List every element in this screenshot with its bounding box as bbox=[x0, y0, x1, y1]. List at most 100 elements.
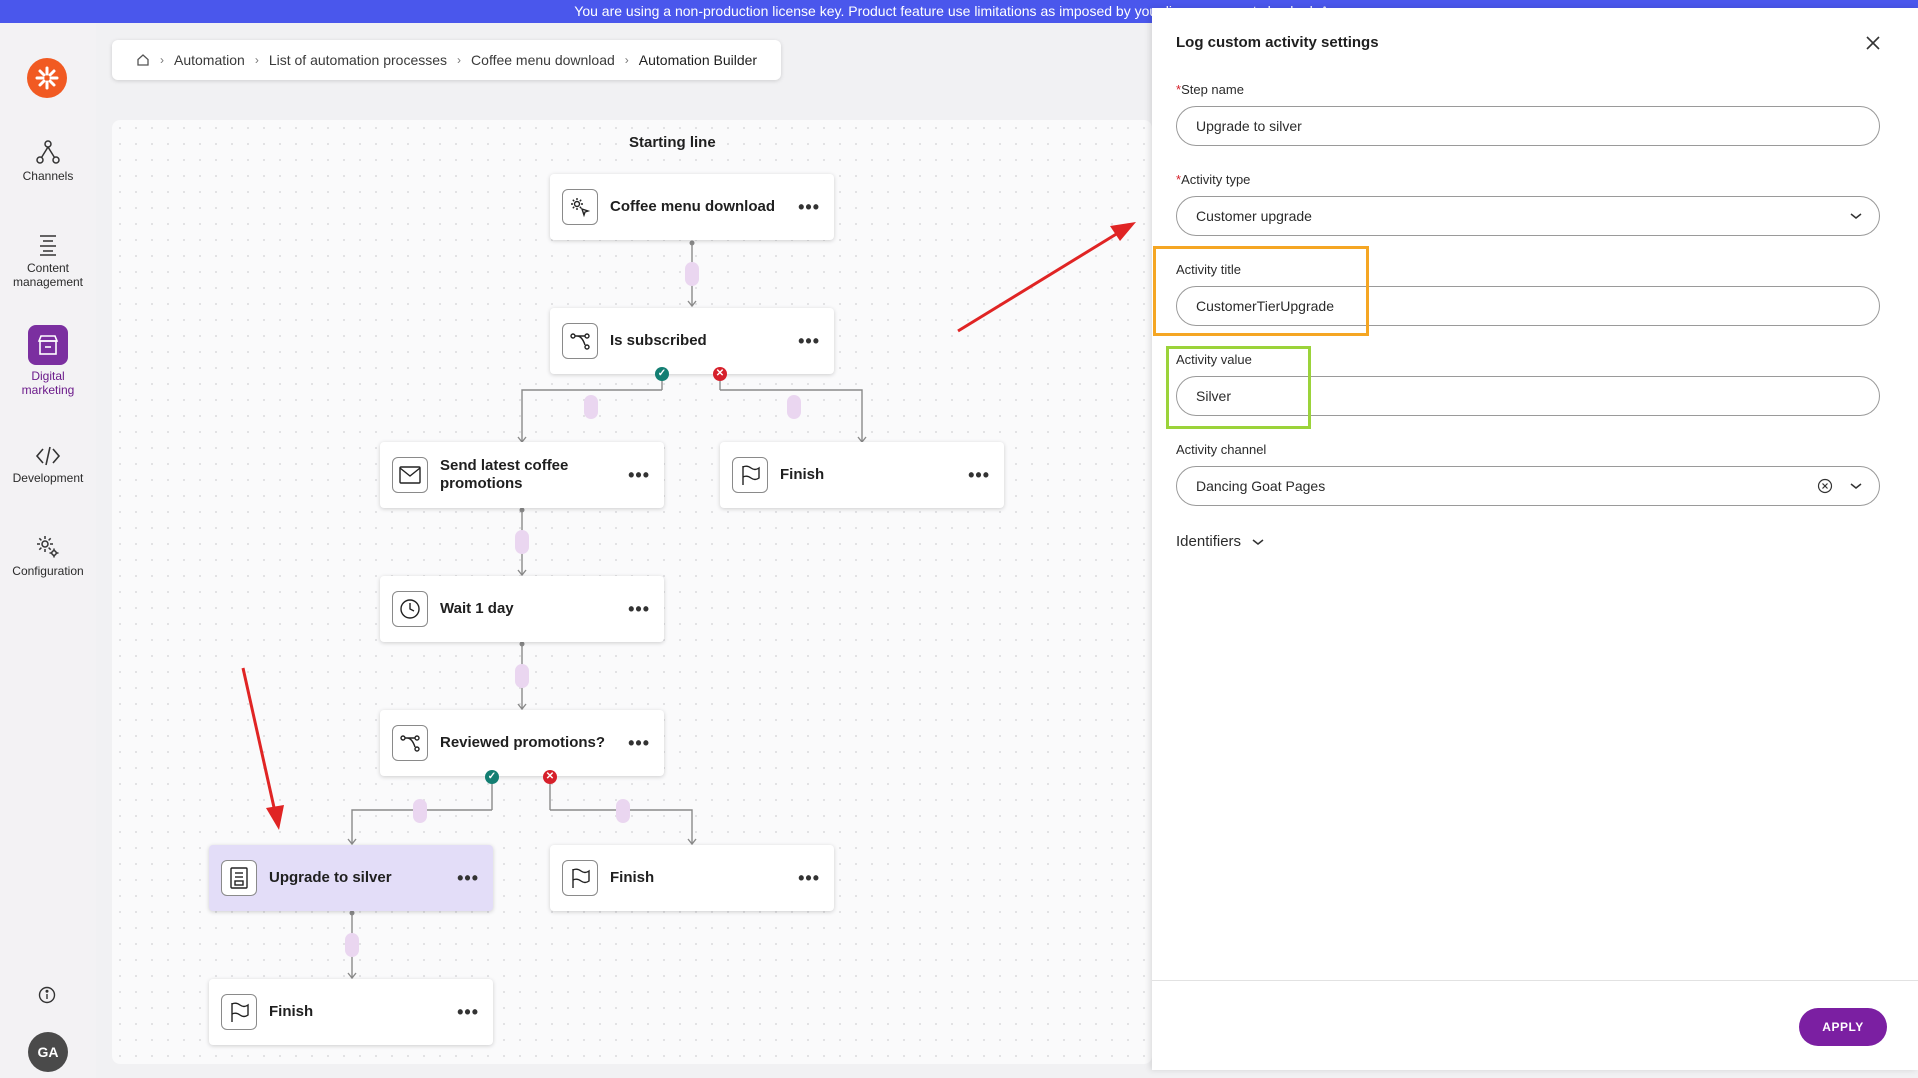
branch-no-icon: ✕ bbox=[713, 367, 727, 381]
step-name-value: Upgrade to silver bbox=[1196, 118, 1302, 134]
node-send-email[interactable]: Send latest coffee promotions ••• bbox=[380, 442, 664, 508]
node-label: Finish bbox=[269, 1003, 314, 1020]
chevron-right-icon: › bbox=[457, 53, 462, 67]
more-icon[interactable]: ••• bbox=[628, 734, 650, 752]
node-trigger[interactable]: Coffee menu download ••• bbox=[550, 174, 834, 240]
chevron-down-icon bbox=[1849, 209, 1863, 226]
close-icon[interactable] bbox=[1864, 34, 1882, 52]
left-rail: Channels Content management Digital mark… bbox=[0, 23, 96, 1078]
breadcrumb: › Automation › List of automation proces… bbox=[112, 40, 782, 80]
nav-channels[interactable]: Channels bbox=[0, 131, 96, 183]
flag-icon bbox=[732, 457, 768, 493]
node-label: Finish bbox=[780, 466, 825, 483]
clear-icon[interactable] bbox=[1817, 478, 1833, 497]
more-icon[interactable]: ••• bbox=[628, 466, 650, 484]
node-label: Finish bbox=[610, 869, 655, 886]
node-label: Is subscribed bbox=[610, 332, 707, 349]
branch-yes-icon: ✓ bbox=[485, 770, 499, 784]
activity-type-select[interactable]: Customer upgrade bbox=[1176, 196, 1880, 236]
node-finish[interactable]: Finish ••• bbox=[550, 845, 834, 911]
nav-channels-label: Channels bbox=[22, 169, 74, 183]
home-icon[interactable] bbox=[136, 53, 150, 67]
condition-branch-icon bbox=[392, 725, 428, 761]
identifiers-toggle[interactable]: Identifiers bbox=[1176, 533, 1265, 550]
activity-log-icon bbox=[221, 860, 257, 896]
trigger-gear-icon bbox=[562, 189, 598, 225]
content-management-icon bbox=[0, 223, 96, 257]
more-icon[interactable]: ••• bbox=[798, 869, 820, 887]
chevron-right-icon: › bbox=[254, 53, 259, 67]
nav-configuration[interactable]: Configuration bbox=[0, 526, 96, 578]
flag-icon bbox=[562, 860, 598, 896]
node-condition-subscribed[interactable]: Is subscribed ••• bbox=[550, 308, 834, 374]
apply-button[interactable]: APPLY bbox=[1799, 1008, 1887, 1046]
user-avatar[interactable]: GA bbox=[28, 1032, 68, 1072]
chevron-down-icon bbox=[1849, 479, 1863, 496]
node-wait[interactable]: Wait 1 day ••• bbox=[380, 576, 664, 642]
branch-yes-icon: ✓ bbox=[655, 367, 669, 381]
chevron-right-icon: › bbox=[160, 53, 164, 67]
breadcrumb-item-process-list[interactable]: List of automation processes bbox=[269, 52, 447, 68]
nav-digital-marketing-label: Digital marketing bbox=[21, 369, 75, 397]
nav-content-management-label: Content management bbox=[12, 261, 84, 289]
branch-no-icon: ✕ bbox=[543, 770, 557, 784]
activity-type-value: Customer upgrade bbox=[1196, 208, 1312, 224]
more-icon[interactable]: ••• bbox=[798, 198, 820, 216]
breadcrumb-item-current: Automation Builder bbox=[638, 52, 758, 68]
add-step-button[interactable] bbox=[616, 799, 630, 823]
email-icon bbox=[392, 457, 428, 493]
add-step-button[interactable] bbox=[515, 664, 529, 688]
activity-type-label: *Activity type bbox=[1176, 172, 1251, 187]
node-label: Send latest coffee promotions bbox=[440, 457, 569, 492]
activity-channel-label: Activity channel bbox=[1176, 442, 1267, 457]
digital-marketing-icon bbox=[28, 325, 68, 365]
add-step-button[interactable] bbox=[515, 530, 529, 554]
add-step-button[interactable] bbox=[345, 933, 359, 957]
more-icon[interactable]: ••• bbox=[798, 332, 820, 350]
nav-digital-marketing[interactable]: Digital marketing bbox=[0, 325, 96, 397]
node-label: Upgrade to silver bbox=[269, 869, 392, 886]
breadcrumb-item-automation[interactable]: Automation bbox=[174, 52, 245, 68]
node-label: Reviewed promotions? bbox=[440, 734, 606, 751]
app-logo[interactable] bbox=[27, 58, 67, 98]
node-finish[interactable]: Finish ••• bbox=[209, 979, 493, 1045]
nav-configuration-label: Configuration bbox=[12, 564, 84, 578]
condition-branch-icon bbox=[562, 323, 598, 359]
more-icon[interactable]: ••• bbox=[457, 1003, 479, 1021]
settings-panel: Log custom activity settings *Step name … bbox=[1152, 8, 1918, 1070]
nav-development-label: Development bbox=[12, 471, 84, 485]
more-icon[interactable]: ••• bbox=[628, 600, 650, 618]
activity-channel-value: Dancing Goat Pages bbox=[1196, 478, 1326, 494]
chevron-right-icon: › bbox=[624, 53, 629, 67]
code-icon bbox=[0, 433, 96, 467]
node-log-activity-selected[interactable]: Upgrade to silver ••• bbox=[209, 845, 493, 911]
identifiers-label: Identifiers bbox=[1176, 533, 1242, 550]
gear-icon bbox=[0, 526, 96, 560]
step-name-input[interactable]: Upgrade to silver bbox=[1176, 106, 1880, 146]
add-step-button[interactable] bbox=[413, 799, 427, 823]
info-icon[interactable] bbox=[38, 986, 56, 1009]
clock-icon bbox=[392, 591, 428, 627]
node-label: Wait 1 day bbox=[440, 600, 514, 617]
node-finish[interactable]: Finish ••• bbox=[720, 442, 1004, 508]
node-label: Coffee menu download bbox=[610, 198, 775, 215]
node-condition-reviewed[interactable]: Reviewed promotions? ••• bbox=[380, 710, 664, 776]
more-icon[interactable]: ••• bbox=[968, 466, 990, 484]
chevron-down-icon bbox=[1251, 535, 1265, 549]
canvas-title: Starting line bbox=[629, 134, 716, 151]
add-step-button[interactable] bbox=[584, 395, 598, 419]
add-step-button[interactable] bbox=[787, 395, 801, 419]
activity-channel-select[interactable]: Dancing Goat Pages bbox=[1176, 466, 1880, 506]
breadcrumb-item-process[interactable]: Coffee menu download bbox=[471, 52, 615, 68]
panel-title: Log custom activity settings bbox=[1176, 34, 1379, 51]
channels-icon bbox=[0, 131, 96, 165]
nav-development[interactable]: Development bbox=[0, 433, 96, 485]
more-icon[interactable]: ••• bbox=[457, 869, 479, 887]
nav-content-management[interactable]: Content management bbox=[0, 223, 96, 289]
highlight-activity-title bbox=[1153, 246, 1369, 336]
add-step-button[interactable] bbox=[685, 262, 699, 286]
kentico-logo-icon bbox=[35, 66, 59, 90]
step-name-label: *Step name bbox=[1176, 82, 1244, 97]
highlight-activity-value bbox=[1166, 346, 1311, 429]
flag-icon bbox=[221, 994, 257, 1030]
